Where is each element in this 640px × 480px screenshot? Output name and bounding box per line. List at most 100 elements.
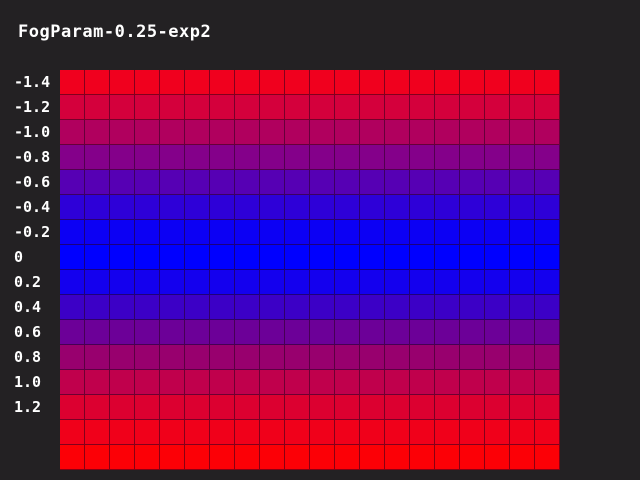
grid-cell bbox=[485, 170, 510, 195]
grid-cell bbox=[210, 145, 235, 170]
grid-cell bbox=[535, 395, 560, 420]
grid-cell bbox=[235, 345, 260, 370]
grid-cell bbox=[410, 445, 435, 470]
row-label: 1.2 bbox=[14, 398, 42, 416]
grid-cell bbox=[285, 395, 310, 420]
grid-cell bbox=[460, 345, 485, 370]
grid-cell bbox=[535, 295, 560, 320]
grid-cell bbox=[410, 295, 435, 320]
grid-cell bbox=[235, 420, 260, 445]
grid-cell bbox=[185, 145, 210, 170]
grid-cell bbox=[335, 70, 360, 95]
grid-cell bbox=[385, 395, 410, 420]
grid-cell bbox=[235, 95, 260, 120]
grid-cell bbox=[260, 445, 285, 470]
grid-cell bbox=[410, 420, 435, 445]
grid-cell bbox=[235, 120, 260, 145]
grid-cell bbox=[485, 320, 510, 345]
grid-cell bbox=[85, 270, 110, 295]
fog-gradient-grid bbox=[60, 70, 560, 470]
grid-cell bbox=[435, 395, 460, 420]
grid-cell bbox=[135, 395, 160, 420]
grid-cell bbox=[410, 220, 435, 245]
grid-cell bbox=[185, 95, 210, 120]
row-label: 0.4 bbox=[14, 298, 42, 316]
grid-cell bbox=[385, 145, 410, 170]
grid-cell bbox=[410, 270, 435, 295]
grid-cell bbox=[285, 120, 310, 145]
grid-cell bbox=[210, 445, 235, 470]
grid-cell bbox=[160, 420, 185, 445]
grid-cell bbox=[410, 370, 435, 395]
grid-cell bbox=[435, 320, 460, 345]
grid-cell bbox=[460, 370, 485, 395]
grid-cell bbox=[60, 245, 85, 270]
grid-cell bbox=[460, 195, 485, 220]
grid-cell bbox=[435, 345, 460, 370]
row-label: 1.0 bbox=[14, 373, 42, 391]
grid-cell bbox=[335, 445, 360, 470]
grid-cell bbox=[110, 270, 135, 295]
grid-cell bbox=[535, 120, 560, 145]
grid-cell bbox=[60, 195, 85, 220]
grid-cell bbox=[535, 345, 560, 370]
grid-cell bbox=[410, 320, 435, 345]
grid-cell bbox=[335, 145, 360, 170]
grid-cell bbox=[110, 195, 135, 220]
grid-cell bbox=[510, 70, 535, 95]
grid-cell bbox=[110, 420, 135, 445]
grid-cell bbox=[110, 345, 135, 370]
grid-cell bbox=[435, 120, 460, 145]
grid-cell bbox=[485, 295, 510, 320]
grid-cell bbox=[85, 145, 110, 170]
grid-cell bbox=[160, 270, 185, 295]
grid-cell bbox=[335, 220, 360, 245]
grid-cell bbox=[510, 295, 535, 320]
page-title: FogParam-0.25-exp2 bbox=[18, 22, 212, 42]
grid-cell bbox=[435, 370, 460, 395]
grid-cell bbox=[485, 270, 510, 295]
grid-cell bbox=[510, 170, 535, 195]
grid-cell bbox=[460, 445, 485, 470]
grid-cell bbox=[135, 445, 160, 470]
grid-cell bbox=[335, 320, 360, 345]
grid-cell bbox=[310, 95, 335, 120]
grid-cell bbox=[260, 120, 285, 145]
grid-cell bbox=[85, 170, 110, 195]
grid-cell bbox=[235, 320, 260, 345]
grid-cell bbox=[285, 295, 310, 320]
grid-cell bbox=[235, 295, 260, 320]
grid-cell bbox=[335, 395, 360, 420]
grid-cell bbox=[260, 95, 285, 120]
grid-cell bbox=[310, 445, 335, 470]
grid-cell bbox=[60, 370, 85, 395]
grid-cell bbox=[460, 220, 485, 245]
grid-cell bbox=[435, 145, 460, 170]
grid-cell bbox=[135, 195, 160, 220]
grid-cell bbox=[160, 395, 185, 420]
grid-cell bbox=[460, 320, 485, 345]
grid-cell bbox=[460, 145, 485, 170]
grid-cell bbox=[185, 420, 210, 445]
grid-cell bbox=[185, 195, 210, 220]
grid-cell bbox=[260, 395, 285, 420]
grid-cell bbox=[510, 145, 535, 170]
grid-cell bbox=[460, 270, 485, 295]
row-label: -1.0 bbox=[14, 123, 51, 141]
grid-cell bbox=[385, 220, 410, 245]
grid-cell bbox=[285, 145, 310, 170]
grid-cell bbox=[285, 345, 310, 370]
grid-cell bbox=[260, 195, 285, 220]
grid-cell bbox=[185, 270, 210, 295]
grid-cell bbox=[510, 445, 535, 470]
grid-cell bbox=[160, 295, 185, 320]
grid-cell bbox=[460, 420, 485, 445]
grid-cell bbox=[310, 270, 335, 295]
fog-test-screen: FogParam-0.25-exp2 -1.4 -1.2 -1.0 -0.8 -0.6 -… bbox=[0, 0, 640, 480]
grid-cell bbox=[285, 70, 310, 95]
grid-cell bbox=[360, 345, 385, 370]
grid-cell bbox=[185, 70, 210, 95]
grid-cell bbox=[110, 220, 135, 245]
grid-cell bbox=[285, 370, 310, 395]
grid-cell bbox=[410, 70, 435, 95]
